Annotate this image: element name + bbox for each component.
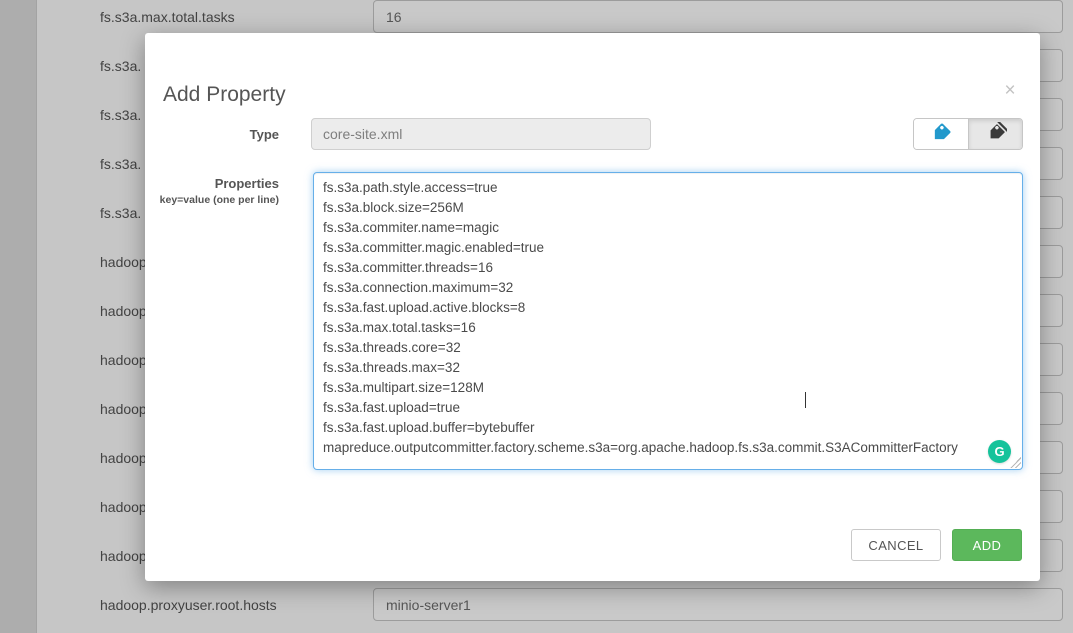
add-property-dialog: Add Property × Type (145, 33, 1040, 581)
textarea-resize-handle[interactable] (1010, 457, 1021, 468)
close-icon[interactable]: × (1000, 81, 1020, 101)
properties-textarea[interactable]: fs.s3a.path.style.access=true fs.s3a.blo… (313, 172, 1023, 470)
single-property-button[interactable] (914, 119, 968, 149)
type-input (311, 118, 651, 150)
tags-icon (985, 122, 1007, 147)
grammarly-icon[interactable]: G (988, 440, 1011, 463)
tag-icon (930, 122, 952, 147)
add-button[interactable]: ADD (952, 529, 1022, 561)
cancel-button[interactable]: CANCEL (851, 529, 941, 561)
bulk-properties-button[interactable] (968, 119, 1022, 149)
properties-field-wrap: fs.s3a.path.style.access=true fs.s3a.blo… (313, 172, 1023, 470)
properties-hint: key=value (one per line) (125, 194, 279, 206)
property-mode-toggle (913, 118, 1023, 150)
type-label: Type (159, 127, 279, 142)
dialog-title: Add Property (163, 83, 286, 107)
properties-label: Properties (159, 176, 279, 191)
